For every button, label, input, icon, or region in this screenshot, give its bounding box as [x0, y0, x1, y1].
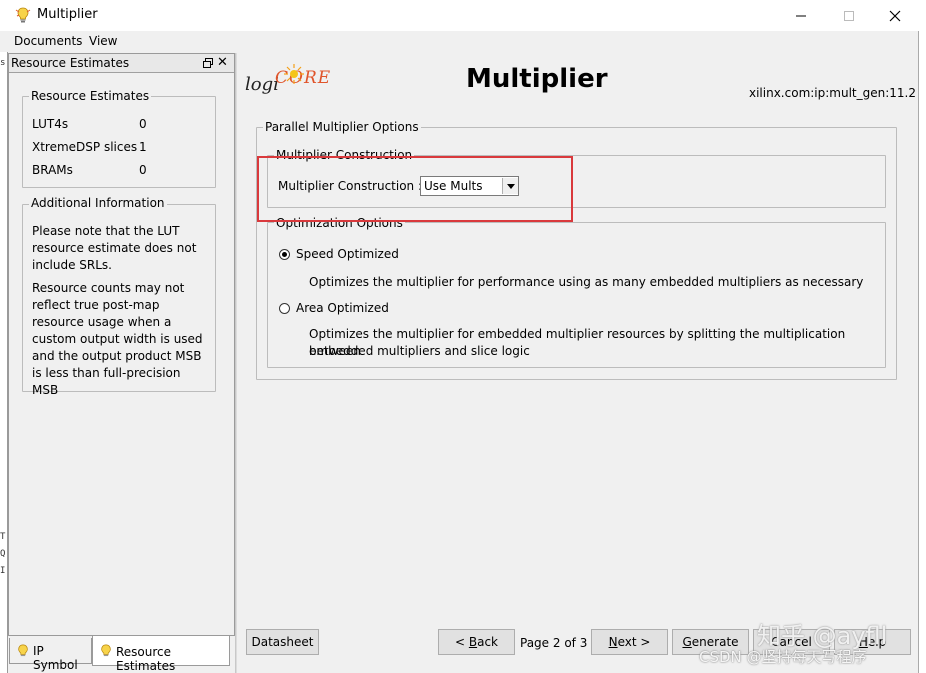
- close-button[interactable]: [872, 0, 918, 31]
- bulb-icon: [101, 644, 111, 657]
- window-right-edge: [918, 31, 926, 673]
- area-optimized-description: embedded multipliers and slice logic: [309, 344, 530, 358]
- sparkle-icon: [284, 64, 304, 84]
- strip-char: T: [0, 532, 6, 542]
- resource-name: XtremeDSP slices: [32, 140, 138, 154]
- speed-optimized-label[interactable]: Speed Optimized: [296, 247, 399, 261]
- panel-header: Resource Estimates ✕: [9, 54, 234, 73]
- tab-label: Resource Estimates: [116, 645, 176, 673]
- datasheet-button[interactable]: Datasheet: [246, 629, 319, 655]
- info-paragraph: Please note that the LUT resource estima…: [32, 224, 197, 272]
- back-button[interactable]: < Back: [438, 629, 515, 655]
- group-legend: Parallel Multiplier Options: [263, 120, 421, 134]
- resource-name: BRAMs: [32, 163, 73, 177]
- ip-version: xilinx.com:ip:mult_gen:11.2: [749, 86, 916, 100]
- maximize-icon: [844, 10, 854, 21]
- close-icon: [889, 10, 901, 21]
- area-optimized-label[interactable]: Area Optimized: [296, 301, 389, 315]
- resource-estimates-panel: Resource Estimates ✕ Resource Estimates …: [8, 53, 235, 636]
- menu-documents[interactable]: Documents: [14, 34, 82, 48]
- highlight-annotation: [257, 156, 573, 222]
- window-title: Multiplier: [37, 7, 98, 22]
- menu-bar: Documents View: [0, 31, 918, 52]
- group-legend: Resource Estimates: [29, 89, 152, 103]
- next-button[interactable]: Next >: [591, 629, 668, 655]
- speed-optimized-description: Optimizes the multiplier for performance…: [309, 275, 864, 289]
- float-window-icon[interactable]: [202, 57, 214, 69]
- watermark-csdn: CSDN @坚持每天写程序: [699, 648, 867, 666]
- maximize-button[interactable]: [826, 0, 872, 31]
- speed-optimized-radio[interactable]: [279, 249, 290, 260]
- logicore-logo: logi CORE: [245, 64, 335, 100]
- info-paragraph: Resource counts may not reflect true pos…: [32, 281, 203, 397]
- bulb-icon: [18, 644, 28, 657]
- strip-char: Q: [0, 549, 6, 559]
- resource-name: LUT4s: [32, 117, 69, 131]
- resource-value: 0: [139, 117, 147, 131]
- background-window-edge: s T Q I: [0, 52, 8, 673]
- group-legend: Additional Information: [29, 196, 167, 210]
- tab-ip-symbol[interactable]: IP Symbol: [9, 638, 92, 672]
- strip-char: s: [0, 58, 6, 68]
- strip-char: I: [0, 566, 6, 576]
- page-title: Multiplier: [466, 64, 608, 94]
- tab-label: IP Symbol: [33, 644, 78, 672]
- panel-title: Resource Estimates: [11, 56, 130, 70]
- bulb-icon: [15, 7, 31, 23]
- page-indicator: Page 2 of 3: [520, 636, 588, 650]
- resource-value: 1: [139, 140, 147, 154]
- resource-value: 0: [139, 163, 147, 177]
- menu-view[interactable]: View: [89, 34, 117, 48]
- title-bar: Multiplier: [0, 0, 926, 31]
- minimize-button[interactable]: [778, 0, 824, 31]
- tab-resource-estimates[interactable]: Resource Estimates: [92, 636, 230, 673]
- radio-selected-dot: [282, 252, 287, 257]
- minimize-icon: [796, 15, 806, 16]
- area-optimized-radio[interactable]: [279, 303, 290, 314]
- panel-close-icon[interactable]: ✕: [217, 55, 228, 70]
